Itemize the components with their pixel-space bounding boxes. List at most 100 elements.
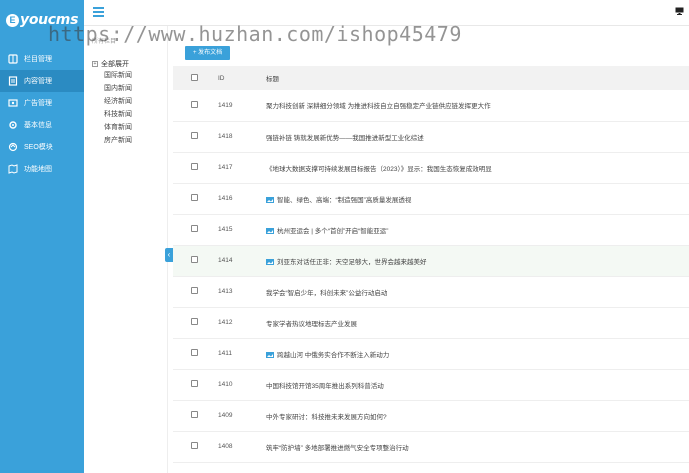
- sidebar-item-label: SEO模块: [24, 144, 53, 151]
- row-id: 1416: [218, 195, 233, 202]
- sidebar-item-label: 功能地图: [24, 166, 52, 173]
- row-title-cell[interactable]: 我学会“智启少年，科创未来”公益行动启动: [266, 276, 689, 307]
- row-checkbox[interactable]: [191, 100, 198, 108]
- row-title-cell[interactable]: 杭州亚运会 | 多个“首创”开启“智能亚运”: [266, 214, 689, 245]
- publish-button[interactable]: + 发布文档: [185, 46, 231, 60]
- row-title-cell[interactable]: 《地球大数据支撑可持续发展目标报告（2023）》显示：我国生态恢复成效明显: [266, 152, 689, 183]
- row-title[interactable]: 中国科技馆开馆35周年推出系列科普活动: [266, 383, 384, 390]
- sidebar-item-2[interactable]: 广告管理: [0, 92, 84, 114]
- row-title-cell[interactable]: 跨越山河 中俄务实合作不断注入新动力: [266, 338, 689, 369]
- table-row[interactable]: 1414 刘亚东对话任正非：天空足够大，世界会越来越美好: [173, 245, 689, 276]
- row-id: 1407: [216, 462, 266, 473]
- row-title[interactable]: 《地球大数据支撑可持续发展目标报告（2023）》显示：我国生态恢复成效明显: [266, 166, 492, 173]
- row-title-cell[interactable]: 中国科技馆开馆35周年推出系列科普活动: [266, 369, 689, 400]
- image-icon: [266, 196, 274, 203]
- table-row[interactable]: 1415 杭州亚运会 | 多个“首创”开启“智能亚运”: [173, 214, 689, 245]
- row-checkbox[interactable]: [191, 256, 198, 263]
- row-title[interactable]: 专家学者热议地理标志产业发展: [266, 321, 357, 328]
- monitor-icon[interactable]: [675, 7, 684, 15]
- row-checkbox[interactable]: [191, 132, 198, 139]
- category-item[interactable]: 国际新闻: [92, 69, 132, 82]
- table-row[interactable]: 1413 我学会“智启少年，科创未来”公益行动启动: [173, 276, 689, 307]
- row-title[interactable]: 刘亚东对话任正非：天空足够大，世界会越来越美好: [277, 259, 427, 266]
- row-id: 1419: [218, 101, 233, 109]
- table-row[interactable]: 1408 筑牢“防护墙” 多地部署推进燃气安全专项整治行动: [173, 431, 689, 462]
- sidebar-item-label: 广告管理: [24, 100, 52, 107]
- table-header-row: ID 标题: [173, 66, 689, 90]
- row-checkbox[interactable]: [191, 349, 198, 356]
- seo-icon: [8, 142, 18, 152]
- content-list: + 发布文档 ID 标题 1419 聚力科技创新 深耕细分领域 为推进科技自立自强…: [173, 26, 689, 473]
- table-row[interactable]: 1410 中国科技馆开馆35周年推出系列科普活动: [173, 369, 689, 400]
- row-checkbox[interactable]: [191, 411, 198, 418]
- category-item[interactable]: 国内新闻: [92, 82, 132, 95]
- row-id: 1412: [218, 319, 233, 326]
- row-checkbox[interactable]: [191, 194, 198, 201]
- menu-toggle-icon[interactable]: [93, 7, 104, 17]
- row-title-cell[interactable]: 筑牢“防护墙” 多地部署推进燃气安全专项整治行动: [266, 431, 689, 462]
- table-row[interactable]: 1419 聚力科技创新 深耕细分领域 为推进科技自立自强稳定产业链供应链发挥更大作: [173, 90, 689, 121]
- sidebar-item-1[interactable]: 内容管理: [0, 70, 84, 92]
- sidebar-nav: 栏目管理 内容管理广告管理基本信息 SEO模块功能地图: [0, 48, 84, 180]
- row-checkbox[interactable]: [191, 163, 198, 170]
- document-icon: [8, 76, 18, 86]
- table-row[interactable]: 1417 《地球大数据支撑可持续发展目标报告（2023）》显示：我国生态恢复成效明…: [173, 152, 689, 183]
- category-root[interactable]: + 全部展开: [92, 59, 132, 69]
- category-item[interactable]: 科技新闻: [92, 108, 132, 121]
- category-item[interactable]: 经济新闻: [92, 95, 132, 108]
- row-checkbox[interactable]: [191, 225, 198, 232]
- category-item[interactable]: 房产新闻: [92, 134, 132, 147]
- row-title-cell[interactable]: 专家解读：中俄共建“一带一路” 全国推进“五通”合作: [266, 462, 689, 473]
- row-title[interactable]: 智能、绿色、高端：“制造强国”高质量发展透视: [277, 197, 411, 204]
- row-checkbox[interactable]: [191, 318, 198, 325]
- sidebar-item-label: 基本信息: [24, 122, 52, 129]
- id-column-header: ID: [218, 74, 225, 82]
- row-title[interactable]: 跨越山河 中俄务实合作不断注入新动力: [277, 352, 389, 359]
- row-title-cell[interactable]: 刘亚东对话任正非：天空足够大，世界会越来越美好: [266, 245, 689, 276]
- topbar: [84, 0, 689, 26]
- category-item[interactable]: 体育新闻: [92, 121, 132, 134]
- row-title[interactable]: 我学会“智启少年，科创未来”公益行动启动: [266, 290, 387, 297]
- app-window: E youcms 栏目管理 内容管理 广告管理 基本信息 SEO模块 功能地图 所有栏目 …: [0, 0, 689, 473]
- image-icon: [266, 351, 274, 358]
- row-title[interactable]: 聚力科技创新 深耕细分领域 为推进科技自立自强稳定产业链供应链发挥更大作: [266, 103, 491, 110]
- row-id: 1413: [218, 288, 233, 295]
- row-title[interactable]: 筑牢“防护墙” 多地部署推进燃气安全专项整治行动: [266, 445, 409, 452]
- row-id: 1414: [218, 257, 233, 264]
- row-checkbox[interactable]: [191, 287, 198, 294]
- row-title-cell[interactable]: 聚力科技创新 深耕细分领域 为推进科技自立自强稳定产业链供应链发挥更大作: [266, 90, 689, 121]
- row-id: 1418: [218, 133, 233, 140]
- article-table: ID 标题 1419 聚力科技创新 深耕细分领域 为推进科技自立自强稳定产业链供应…: [173, 66, 689, 473]
- select-all-checkbox[interactable]: [191, 73, 198, 81]
- expand-icon[interactable]: +: [92, 61, 98, 67]
- table-row[interactable]: 1409 中外专家研讨：科技推未来发展方向如何?: [173, 400, 689, 431]
- category-panel: 所有栏目 + 全部展开 国际新闻 国内新闻 经济新闻 科技新闻 体育新闻 房产新闻: [84, 26, 168, 473]
- table-row[interactable]: 1418 强链补链 铸就发展新优势——我国推进新型工业化综述: [173, 121, 689, 152]
- row-title-cell[interactable]: 中外专家研讨：科技推未来发展方向如何?: [266, 400, 689, 431]
- row-title-cell[interactable]: 专家学者热议地理标志产业发展: [266, 307, 689, 338]
- row-id: 1409: [218, 412, 233, 419]
- sidebar-item-4[interactable]: SEO模块: [0, 136, 84, 158]
- map-icon: [8, 164, 18, 174]
- table-row[interactable]: 1407专家解读：中俄共建“一带一路” 全国推进“五通”合作: [173, 462, 689, 473]
- table-row[interactable]: 1412 专家学者热议地理标志产业发展: [173, 307, 689, 338]
- sidebar-item-5[interactable]: 功能地图: [0, 158, 84, 180]
- collapse-panel-button[interactable]: ‹: [165, 248, 173, 262]
- image-icon: [266, 227, 274, 234]
- row-checkbox[interactable]: [191, 442, 198, 449]
- image-icon: [266, 258, 274, 265]
- table-row[interactable]: 1416 智能、绿色、高端：“制造强国”高质量发展透视: [173, 183, 689, 214]
- row-title[interactable]: 强链补链 铸就发展新优势——我国推进新型工业化综述: [266, 135, 424, 142]
- logo-mark: E: [6, 13, 19, 27]
- sidebar-item-3[interactable]: 基本信息: [0, 114, 84, 136]
- row-title-cell[interactable]: 智能、绿色、高端：“制造强国”高质量发展透视: [266, 183, 689, 214]
- row-checkbox[interactable]: [191, 380, 198, 387]
- row-id: 1411: [218, 350, 232, 357]
- table-row[interactable]: 1411 跨越山河 中俄务实合作不断注入新动力: [173, 338, 689, 369]
- sidebar-item-0[interactable]: 栏目管理: [0, 48, 84, 70]
- row-title-cell[interactable]: 强链补链 铸就发展新优势——我国推进新型工业化综述: [266, 121, 689, 152]
- row-title[interactable]: 中外专家研讨：科技推未来发展方向如何?: [266, 414, 387, 421]
- row-title[interactable]: 杭州亚运会 | 多个“首创”开启“智能亚运”: [277, 228, 388, 235]
- category-header: 所有栏目: [92, 39, 117, 45]
- row-id: 1415: [218, 226, 233, 233]
